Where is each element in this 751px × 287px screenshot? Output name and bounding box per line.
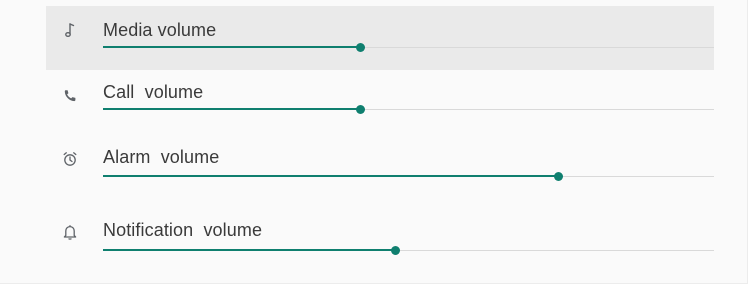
music-note-icon bbox=[60, 20, 80, 40]
notification-volume-thumb[interactable] bbox=[391, 246, 401, 255]
media-volume-thumb[interactable] bbox=[355, 43, 365, 52]
notification-volume-slider[interactable] bbox=[103, 245, 714, 257]
notification-volume-fill bbox=[103, 249, 396, 251]
call-volume-label: Call volume bbox=[103, 82, 204, 102]
alarm-volume-label: Alarm volume bbox=[103, 147, 220, 167]
notification-volume-label: Notification volume bbox=[103, 220, 263, 240]
media-volume-fill bbox=[103, 46, 360, 48]
call-volume-thumb[interactable] bbox=[355, 105, 365, 114]
media-volume-label: Media volume bbox=[103, 20, 217, 40]
call-volume-slider[interactable] bbox=[103, 104, 714, 116]
bell-icon bbox=[60, 222, 80, 242]
alarm-volume-slider[interactable] bbox=[103, 171, 714, 183]
media-volume-row: Media volume bbox=[46, 6, 714, 70]
alarm-volume-row: Alarm volume bbox=[46, 126, 714, 198]
volume-settings-panel: Media volume Call volume Alarm volume No… bbox=[0, 0, 748, 284]
notification-volume-row: Notification volume bbox=[46, 198, 714, 278]
media-volume-slider[interactable] bbox=[103, 42, 714, 54]
alarm-clock-icon bbox=[60, 149, 80, 169]
alarm-volume-fill bbox=[103, 175, 559, 177]
call-volume-fill bbox=[103, 108, 360, 110]
call-volume-row: Call volume bbox=[46, 70, 714, 126]
phone-icon bbox=[60, 86, 80, 106]
alarm-volume-thumb[interactable] bbox=[554, 172, 564, 181]
